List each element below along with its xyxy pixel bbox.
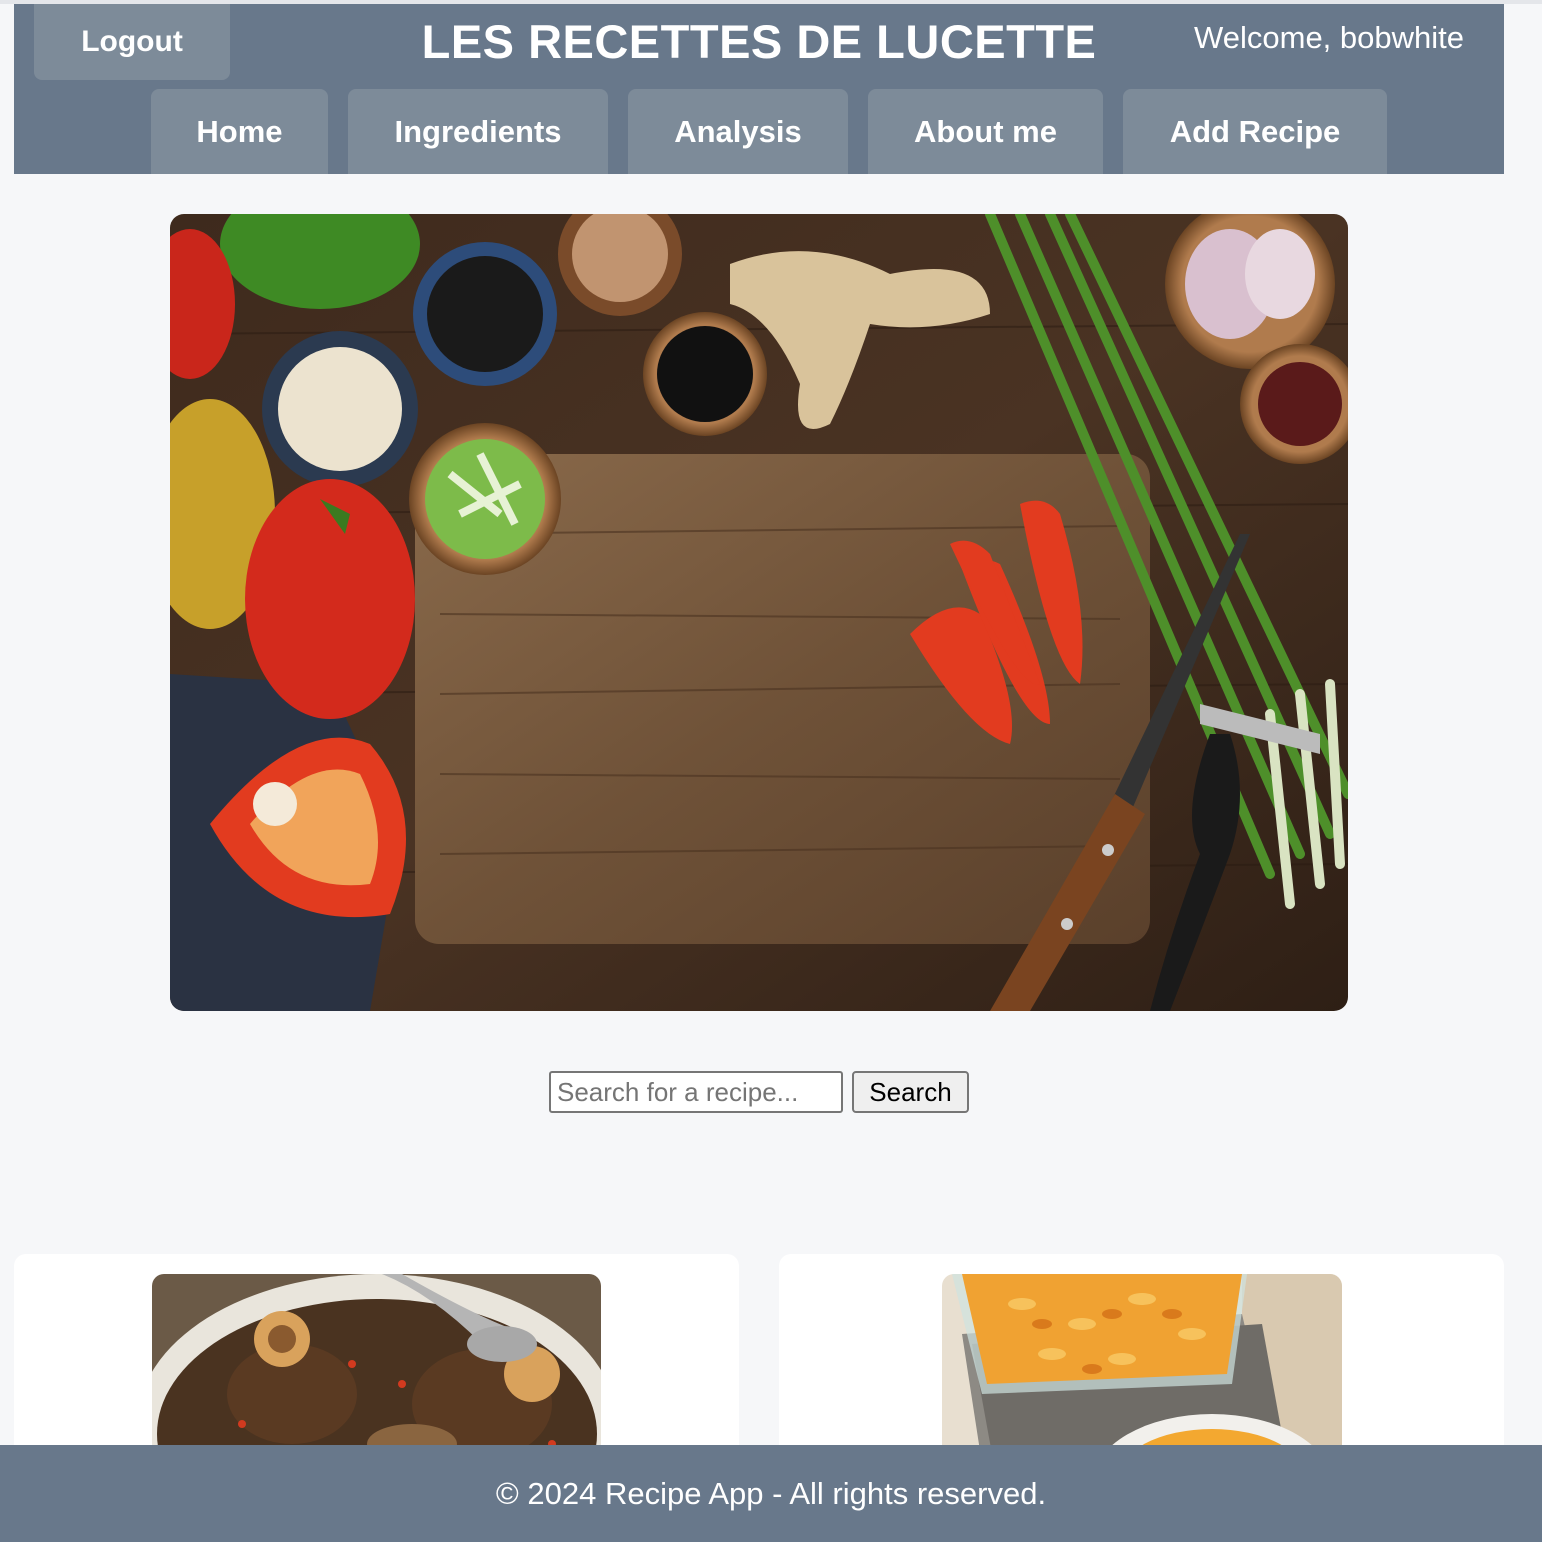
main-nav: Home Ingredients Analysis About me Add R… bbox=[14, 89, 1504, 174]
welcome-message: Welcome, bobwhite bbox=[1194, 20, 1464, 55]
nav-add-recipe[interactable]: Add Recipe bbox=[1123, 89, 1387, 174]
site-footer: © 2024 Recipe App - All rights reserved. bbox=[0, 1445, 1542, 1542]
hero-photo bbox=[170, 214, 1348, 1011]
nav-about-me[interactable]: About me bbox=[868, 89, 1103, 174]
search-input[interactable] bbox=[549, 1071, 843, 1113]
search-button[interactable]: Search bbox=[852, 1071, 969, 1113]
hero-image bbox=[170, 214, 1348, 1011]
nav-ingredients[interactable]: Ingredients bbox=[348, 89, 608, 174]
site-header: Logout LES RECETTES DE LUCETTE Welcome, … bbox=[14, 4, 1504, 174]
nav-analysis[interactable]: Analysis bbox=[628, 89, 848, 174]
site-title: LES RECETTES DE LUCETTE bbox=[421, 14, 1097, 68]
copyright-text: © 2024 Recipe App - All rights reserved. bbox=[495, 1475, 1047, 1511]
nav-home[interactable]: Home bbox=[151, 89, 328, 174]
logout-button[interactable]: Logout bbox=[34, 4, 230, 80]
